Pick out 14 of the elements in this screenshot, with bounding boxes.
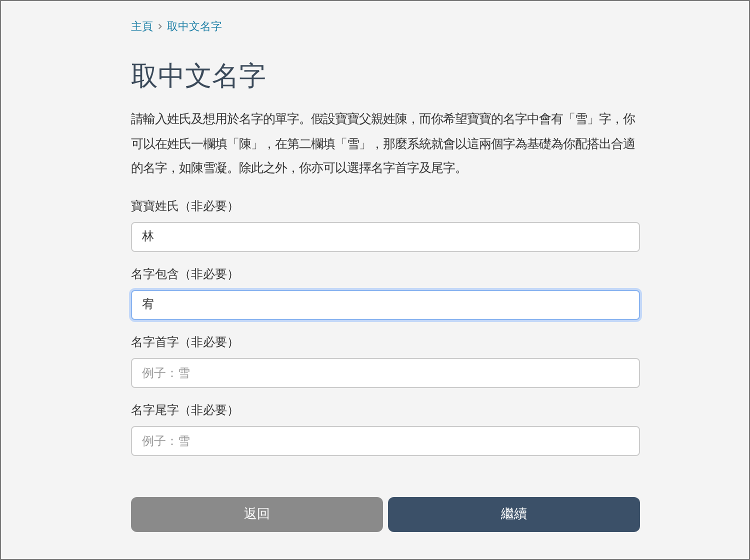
continue-button[interactable]: 繼續 (388, 496, 640, 532)
breadcrumb-link[interactable]: 主頁 (131, 18, 153, 34)
description-text: 請輸入姓氏及想用於名字的單字。假設寶寶父親姓陳，而你希望寶寶的名字中會有「雪」字，你可以在姓氏一欄填「陳」，在第二欄填「雪」，那麼系統就會以這兩個字為基礎為你配搭出合適的名字，如陳雪凝。除此之外，你亦可以選擇名字首字及尾字。 (131, 111, 636, 177)
field-label: 名字首字（非必要） (131, 334, 240, 350)
field-label: 寶寶姓氏（非必要） (131, 198, 240, 214)
chevron-icon (158, 22, 162, 30)
field-label: 名字尾字（非必要） (131, 402, 240, 418)
input-field[interactable]: 宥 (131, 290, 640, 320)
page-title: 取中文名字 (131, 60, 267, 94)
input-field[interactable]: 林 (131, 222, 640, 252)
input-field[interactable]: 例子：雪 (131, 426, 640, 456)
breadcrumb-link[interactable]: 取中文名字 (167, 18, 222, 34)
input-field[interactable]: 例子：雪 (131, 358, 640, 388)
field-label: 名字包含（非必要） (131, 266, 240, 282)
